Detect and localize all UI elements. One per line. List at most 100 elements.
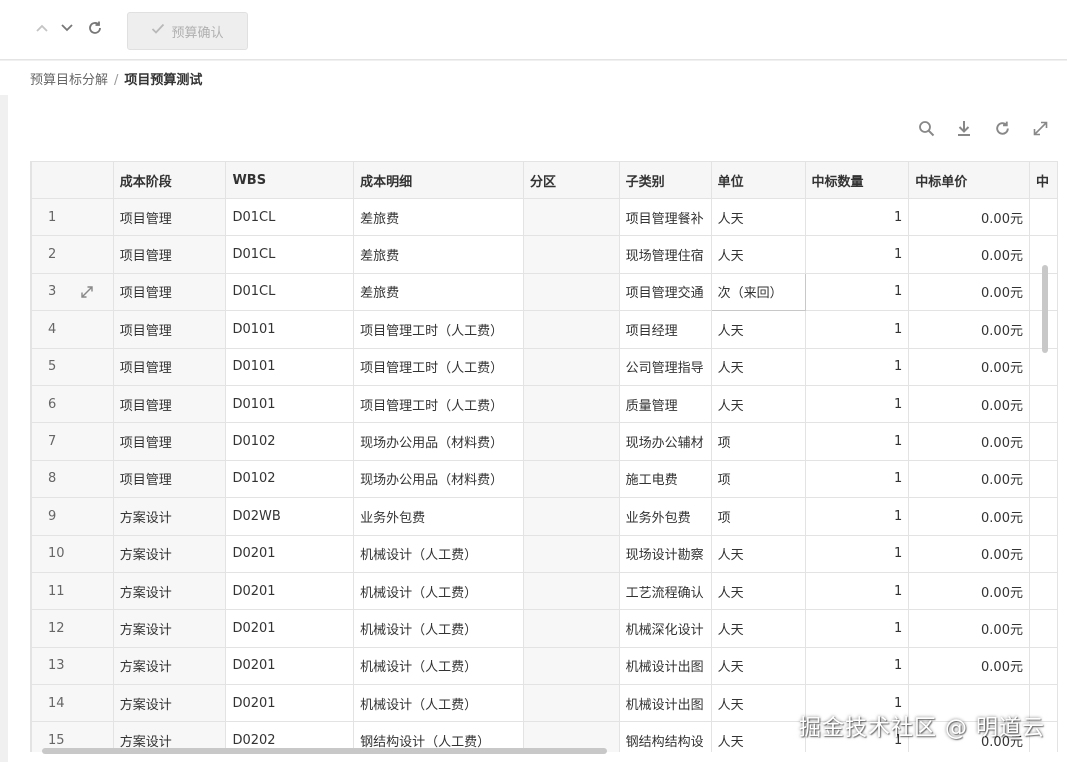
cell-idx[interactable]: 9 xyxy=(31,497,114,536)
column-header[interactable]: 子类别 xyxy=(618,161,712,199)
cell-stage[interactable]: 项目管理 xyxy=(112,459,227,499)
cell-price[interactable]: 0.00元 xyxy=(908,534,1030,573)
cell-qty[interactable]: 1 xyxy=(804,235,910,274)
table-row[interactable]: 1 项目管理 D01CL 差旅费 项目管理餐补 人天 1 0.00元 xyxy=(31,197,1058,237)
cell-qty[interactable]: 1 xyxy=(804,571,910,611)
cell-detail[interactable]: 现场办公用品（材料费） xyxy=(353,422,524,461)
cell-sub[interactable]: 业务外包费 xyxy=(618,497,712,536)
cell-detail[interactable]: 差旅费 xyxy=(353,272,524,312)
cell-sub[interactable]: 现场管理住宿 xyxy=(618,235,712,274)
cell-wbs[interactable]: D02WB xyxy=(225,497,355,536)
cell-detail[interactable]: 机械设计（人工费） xyxy=(353,571,524,611)
cell-stage[interactable]: 项目管理 xyxy=(112,272,227,312)
cell-qty[interactable]: 1 xyxy=(804,272,910,312)
cell-price[interactable]: 0.00元 xyxy=(908,310,1030,349)
cell-unit[interactable]: 人天 xyxy=(710,721,806,752)
vertical-scrollbar[interactable] xyxy=(1042,265,1048,353)
cell-unit[interactable]: 次（来回） xyxy=(710,272,806,312)
cell-idx[interactable]: 8 xyxy=(31,459,114,499)
cell-stage[interactable]: 项目管理 xyxy=(112,235,227,274)
cell-idx[interactable]: 2 xyxy=(31,235,114,274)
cell-zone[interactable] xyxy=(522,384,620,424)
cell-sub[interactable]: 机械设计出图 xyxy=(618,684,712,723)
cell-detail[interactable]: 差旅费 xyxy=(353,197,524,237)
cell-wbs[interactable]: D0101 xyxy=(225,347,355,386)
cell-sub[interactable]: 钢结构结构设 xyxy=(618,721,712,752)
cell-unit[interactable]: 人天 xyxy=(710,197,806,237)
cell-wbs[interactable]: D0101 xyxy=(225,310,355,349)
cell-idx[interactable]: 5 xyxy=(31,347,114,386)
search-icon[interactable] xyxy=(917,119,935,137)
cell-detail[interactable]: 项目管理工时（人工费） xyxy=(353,310,524,349)
cell-zone[interactable] xyxy=(522,235,620,274)
cell-zone[interactable] xyxy=(522,422,620,461)
fullscreen-icon[interactable] xyxy=(1031,119,1049,137)
cell-zone[interactable] xyxy=(522,646,620,686)
cell-idx[interactable]: 14 xyxy=(31,684,114,723)
cell-unit[interactable]: 人天 xyxy=(710,347,806,386)
cell-price[interactable]: 0.00元 xyxy=(908,646,1030,686)
cell-zone[interactable] xyxy=(522,684,620,723)
cell-idx[interactable]: 7 xyxy=(31,422,114,461)
cell-detail[interactable]: 机械设计（人工费） xyxy=(353,684,524,723)
refresh-icon[interactable] xyxy=(993,119,1011,137)
cell-qty[interactable]: 1 xyxy=(804,310,910,349)
cell-wbs[interactable]: D0201 xyxy=(225,534,355,573)
cell-price[interactable]: 0.00元 xyxy=(908,497,1030,536)
budget-confirm-button[interactable]: 预算确认 xyxy=(127,12,248,50)
table-row[interactable]: 7 项目管理 D0102 现场办公用品（材料费） 现场办公辅材项 1 0.00元 xyxy=(31,422,1058,461)
table-row[interactable]: 2 项目管理 D01CL 差旅费 现场管理住宿 人天 1 0.00元 xyxy=(31,235,1058,274)
cell-wbs[interactable]: D01CL xyxy=(225,235,355,274)
cell-unit[interactable]: 项 xyxy=(710,422,806,461)
table-row[interactable]: 6 项目管理 D0101 项目管理工时（人工费） 质量管理 人天 1 0.00元 xyxy=(31,384,1058,424)
cell-stage[interactable]: 方案设计 xyxy=(112,684,227,723)
table-row[interactable]: 5 项目管理 D0101 项目管理工时（人工费） 公司管理指导 人天 1 0.00元 xyxy=(31,347,1058,386)
cell-sub[interactable]: 公司管理指导 xyxy=(618,347,712,386)
cell-idx[interactable]: 6 xyxy=(31,384,114,424)
chevron-down-icon[interactable] xyxy=(57,20,77,40)
cell-detail[interactable]: 差旅费 xyxy=(353,235,524,274)
column-header[interactable]: 中标单价 xyxy=(908,161,1030,199)
cell-sub[interactable]: 项目管理餐补 xyxy=(618,197,712,237)
cell-stage[interactable]: 方案设计 xyxy=(112,497,227,536)
cell-price[interactable]: 0.00元 xyxy=(908,459,1030,499)
cell-wbs[interactable]: D0201 xyxy=(225,646,355,686)
table-row[interactable]: 4 项目管理 D0101 项目管理工时（人工费） 项目经理 人天 1 0.00元 xyxy=(31,310,1058,349)
cell-zone[interactable] xyxy=(522,347,620,386)
cell-sub[interactable]: 项目管理交通 xyxy=(618,272,712,312)
column-header-index[interactable] xyxy=(31,161,114,199)
cell-wbs[interactable]: D0201 xyxy=(225,684,355,723)
column-header[interactable]: 成本阶段 xyxy=(112,161,227,199)
table-row[interactable]: 11 方案设计 D0201 机械设计（人工费） 工艺流程确认 人天 1 0.00元 xyxy=(31,571,1058,611)
cell-idx[interactable]: 1 xyxy=(31,197,114,237)
cell-stage[interactable]: 方案设计 xyxy=(112,609,227,648)
cell-unit[interactable]: 项 xyxy=(710,459,806,499)
column-header[interactable]: WBS xyxy=(225,161,355,199)
cell-wbs[interactable]: D01CL xyxy=(225,197,355,237)
cell-price[interactable]: 0.00元 xyxy=(908,422,1030,461)
cell-price[interactable]: 0.00元 xyxy=(908,384,1030,424)
cell-sub[interactable]: 机械深化设计 xyxy=(618,609,712,648)
horizontal-scrollbar[interactable] xyxy=(42,748,607,754)
cell-detail[interactable]: 现场办公用品（材料费） xyxy=(353,459,524,499)
column-header[interactable]: 成本明细 xyxy=(353,161,524,199)
cell-zone[interactable] xyxy=(522,571,620,611)
cell-idx[interactable]: 3 xyxy=(31,272,114,312)
cell-price[interactable]: 0.00元 xyxy=(908,609,1030,648)
cell-unit[interactable]: 项 xyxy=(710,497,806,536)
cell-price[interactable]: 0.00元 xyxy=(908,347,1030,386)
refresh-icon[interactable] xyxy=(85,20,105,40)
cell-unit[interactable]: 人天 xyxy=(710,235,806,274)
cell-idx[interactable]: 12 xyxy=(31,609,114,648)
cell-detail[interactable]: 项目管理工时（人工费） xyxy=(353,347,524,386)
cell-sub[interactable]: 工艺流程确认 xyxy=(618,571,712,611)
cell-idx[interactable]: 10 xyxy=(31,534,114,573)
cell-stage[interactable]: 项目管理 xyxy=(112,347,227,386)
cell-idx[interactable]: 13 xyxy=(31,646,114,686)
cell-unit[interactable]: 人天 xyxy=(710,534,806,573)
cell-stage[interactable]: 方案设计 xyxy=(112,534,227,573)
cell-detail[interactable]: 项目管理工时（人工费） xyxy=(353,384,524,424)
cell-zone[interactable] xyxy=(522,534,620,573)
cell-price[interactable]: 0.00元 xyxy=(908,235,1030,274)
cell-qty[interactable]: 1 xyxy=(804,646,910,686)
